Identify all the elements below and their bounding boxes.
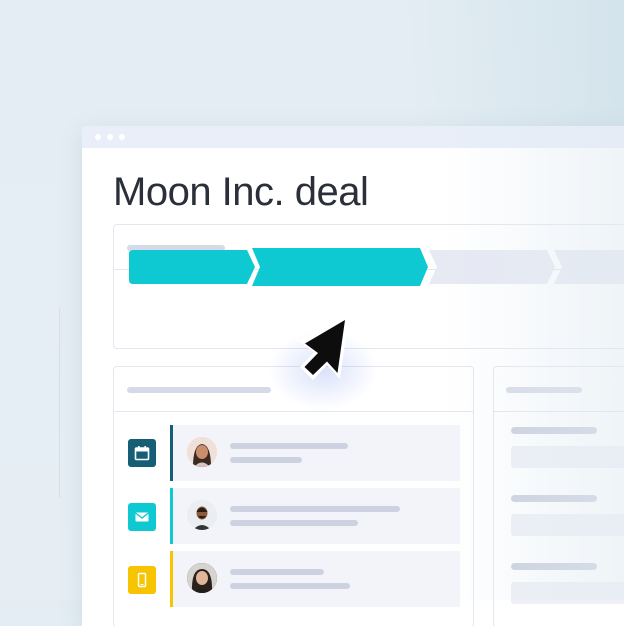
window-dot <box>95 134 101 140</box>
activity-title-placeholder <box>230 506 400 512</box>
timeline-line <box>59 308 60 498</box>
activity-subtitle-placeholder <box>230 457 302 463</box>
avatar <box>187 563 217 593</box>
mouse-pointer-icon <box>296 313 356 389</box>
activity-type-bar <box>170 425 173 481</box>
activity-header-placeholder <box>127 387 271 393</box>
phone-icon <box>128 566 156 594</box>
details-field-placeholder <box>511 582 624 604</box>
avatar <box>187 437 217 467</box>
activity-type-bar <box>170 488 173 544</box>
calendar-icon <box>128 439 156 467</box>
activity-row[interactable] <box>170 551 460 607</box>
activity-subtitle-placeholder <box>230 520 358 526</box>
window-titlebar <box>82 126 624 148</box>
details-card <box>493 366 624 626</box>
activity-row[interactable] <box>170 425 460 481</box>
details-label-placeholder <box>511 563 597 570</box>
details-label-placeholder <box>511 427 597 434</box>
pipeline-stage-2[interactable] <box>252 248 430 286</box>
details-header-placeholder <box>506 387 582 393</box>
deal-title: Moon Inc. deal <box>113 170 369 214</box>
details-label-placeholder <box>511 495 597 502</box>
pipeline-stage-1[interactable] <box>129 250 257 284</box>
activity-type-bar <box>170 551 173 607</box>
email-icon <box>128 503 156 531</box>
details-field-placeholder <box>511 514 624 536</box>
activity-row[interactable] <box>170 488 460 544</box>
details-card-header <box>494 367 624 412</box>
activity-title-placeholder <box>230 569 324 575</box>
window-dot <box>107 134 113 140</box>
pipeline-stage-4[interactable] <box>554 250 624 284</box>
avatar <box>187 500 217 530</box>
activity-subtitle-placeholder <box>230 583 350 589</box>
details-field-placeholder <box>511 446 624 468</box>
activity-title-placeholder <box>230 443 348 449</box>
window-dot <box>119 134 125 140</box>
pipeline-stage-3[interactable] <box>429 250 557 284</box>
